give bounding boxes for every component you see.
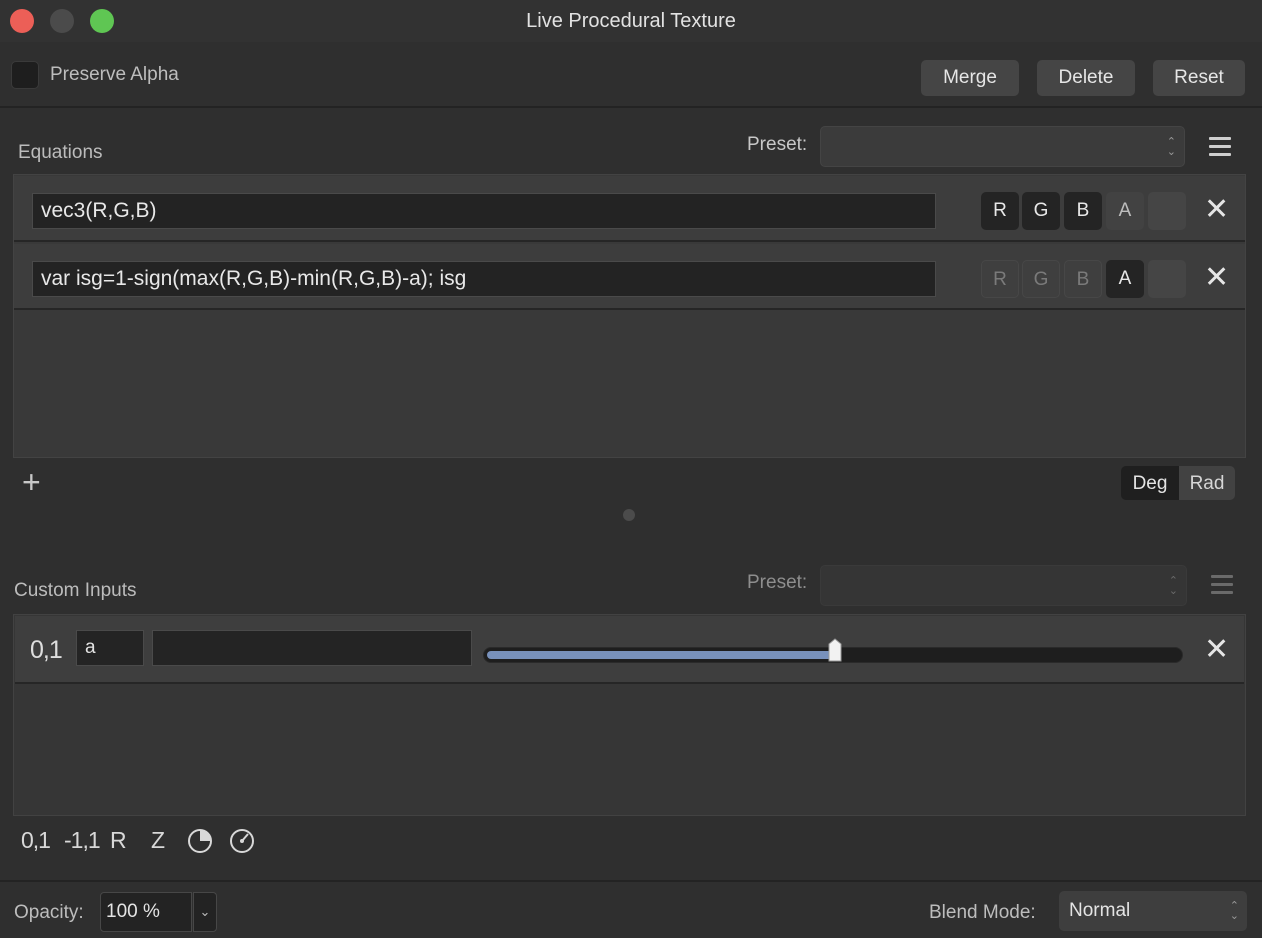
reset-button[interactable]: Reset bbox=[1153, 60, 1245, 96]
add-equation-plus-icon[interactable]: + bbox=[22, 466, 41, 498]
equation-input[interactable]: var isg=1-sign(max(R,G,B)-min(R,G,B)-a);… bbox=[32, 261, 936, 297]
input-slider-fill bbox=[487, 651, 835, 659]
equations-preset-label: Preset: bbox=[747, 134, 808, 155]
input-name-field[interactable]: a bbox=[76, 630, 144, 666]
delete-button[interactable]: Delete bbox=[1037, 60, 1135, 96]
equations-section-label: Equations bbox=[18, 142, 103, 163]
blend-mode-label: Blend Mode: bbox=[929, 902, 1036, 923]
remove-input-close-icon[interactable]: ✕ bbox=[1204, 635, 1229, 665]
channel-r-toggle[interactable]: R bbox=[981, 260, 1019, 298]
divider bbox=[0, 106, 1262, 108]
remove-equation-close-icon[interactable]: ✕ bbox=[1204, 195, 1229, 225]
angle-input-icon[interactable] bbox=[187, 828, 213, 854]
blend-mode-value: Normal bbox=[1069, 900, 1131, 921]
input-slider-thumb[interactable] bbox=[828, 638, 842, 662]
merge-button[interactable]: Merge bbox=[921, 60, 1019, 96]
position-input-icon[interactable] bbox=[229, 828, 255, 854]
updown-chevron-icon: ⌃ ⌄ bbox=[1229, 900, 1239, 922]
add-z-button[interactable]: Z bbox=[151, 827, 165, 854]
channel-r-toggle[interactable]: R bbox=[981, 192, 1019, 230]
input-value-field[interactable] bbox=[152, 630, 472, 666]
equations-preset-select[interactable]: ⌃ ⌄ bbox=[820, 126, 1185, 167]
divider bbox=[0, 880, 1262, 882]
preserve-alpha-label: Preserve Alpha bbox=[50, 64, 179, 85]
channel-a-toggle[interactable]: A bbox=[1106, 192, 1144, 230]
custom-inputs-menu-icon[interactable] bbox=[1211, 575, 1233, 595]
custom-inputs-preset-label: Preset: bbox=[747, 572, 808, 593]
updown-chevron-icon: ⌃ ⌄ bbox=[1168, 574, 1178, 597]
rad-toggle[interactable]: Rad bbox=[1179, 466, 1235, 500]
channel-a-toggle[interactable]: A bbox=[1106, 260, 1144, 298]
opacity-dropdown-chevron-down-icon[interactable]: ⌄ bbox=[193, 892, 217, 932]
splitter-handle[interactable] bbox=[623, 509, 635, 521]
channel-b-toggle[interactable]: B bbox=[1064, 260, 1102, 298]
custom-inputs-preset-select[interactable]: ⌃ ⌄ bbox=[820, 565, 1187, 606]
add-range-m11-button[interactable]: -1,1 bbox=[64, 827, 101, 854]
custom-inputs-section-label: Custom Inputs bbox=[14, 580, 137, 601]
channel-b-toggle[interactable]: B bbox=[1064, 192, 1102, 230]
add-r-button[interactable]: R bbox=[110, 827, 127, 854]
equations-menu-icon[interactable] bbox=[1209, 137, 1231, 157]
channel-extra-toggle[interactable] bbox=[1148, 260, 1186, 298]
input-range-label: 0,1 bbox=[30, 636, 63, 664]
blend-mode-select[interactable]: Normal ⌃ ⌄ bbox=[1059, 891, 1247, 931]
opacity-label: Opacity: bbox=[14, 902, 84, 923]
updown-chevron-icon: ⌃ ⌄ bbox=[1166, 135, 1176, 158]
add-range-01-button[interactable]: 0,1 bbox=[21, 827, 51, 854]
channel-extra-toggle[interactable] bbox=[1148, 192, 1186, 230]
opacity-field[interactable]: 100 % bbox=[100, 892, 192, 932]
equation-input[interactable]: vec3(R,G,B) bbox=[32, 193, 936, 229]
channel-g-toggle[interactable]: G bbox=[1022, 260, 1060, 298]
channel-g-toggle[interactable]: G bbox=[1022, 192, 1060, 230]
window-title: Live Procedural Texture bbox=[526, 10, 736, 32]
remove-equation-close-icon[interactable]: ✕ bbox=[1204, 263, 1229, 293]
preserve-alpha-checkbox[interactable] bbox=[11, 61, 39, 89]
deg-toggle[interactable]: Deg bbox=[1121, 466, 1179, 500]
